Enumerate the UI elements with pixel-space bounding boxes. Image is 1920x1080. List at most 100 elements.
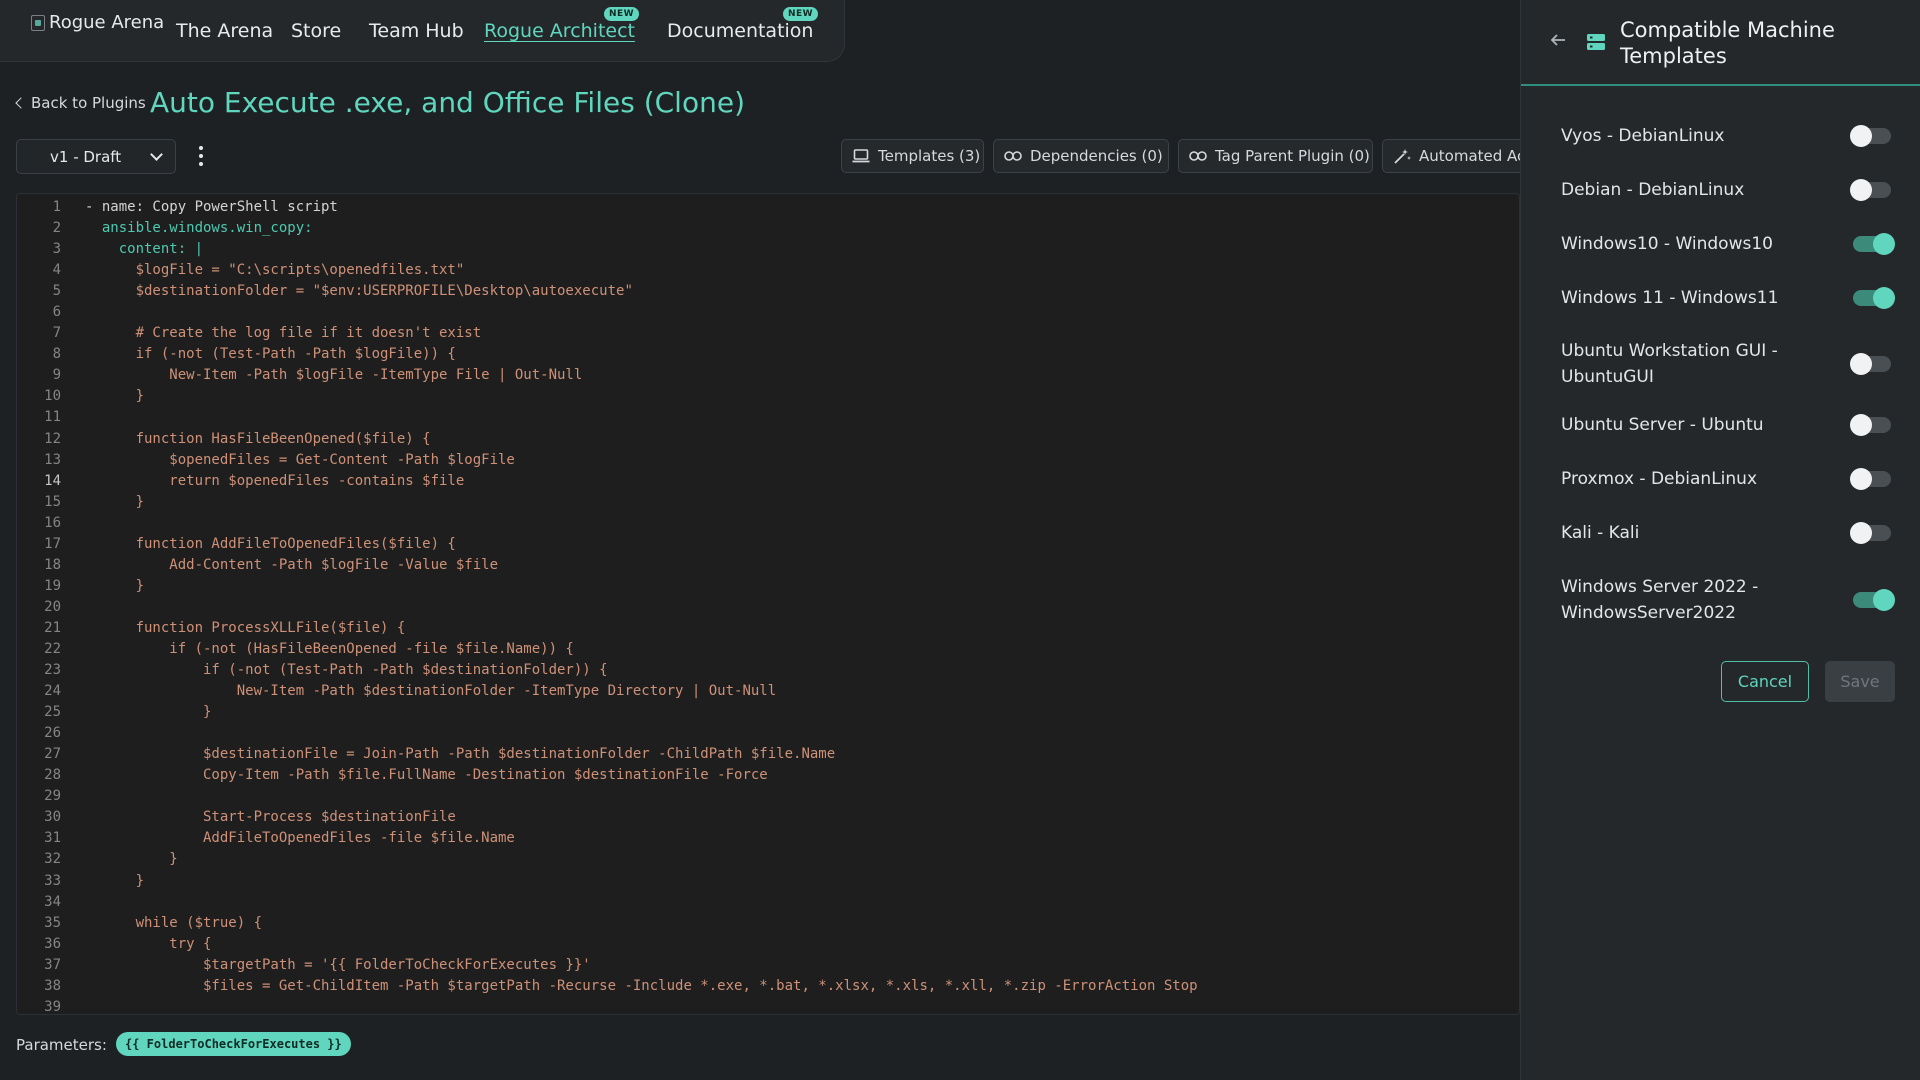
line-number: 12 (44, 430, 61, 447)
code-line[interactable]: 39 (17, 997, 1519, 1014)
code-line[interactable]: 28 Copy-Item -Path $file.FullName -Desti… (17, 765, 1519, 786)
code-line[interactable]: 21 function ProcessXLLFile($file) { (17, 618, 1519, 639)
code-line[interactable]: 2 ansible.windows.win_copy: (17, 218, 1519, 239)
code-line[interactable]: 35 while ($true) { (17, 913, 1519, 934)
line-number: 2 (52, 220, 61, 237)
more-options-icon[interactable] (197, 146, 205, 166)
server-icon (1587, 34, 1605, 50)
code-text: $logFile = "C:\scripts\openedfiles.txt" (85, 262, 465, 279)
line-number: 18 (44, 556, 61, 573)
code-line[interactable]: 24 New-Item -Path $destinationFolder -It… (17, 681, 1519, 702)
new-badge-documentation: NEW (783, 7, 819, 21)
tag-parent-plugin-button[interactable]: Tag Parent Plugin (0) (1178, 139, 1373, 173)
code-line[interactable]: 17 function AddFileToOpenedFiles($file) … (17, 534, 1519, 555)
code-line[interactable]: 30 Start-Process $destinationFile (17, 807, 1519, 828)
nav-item-store[interactable]: Store (291, 20, 341, 42)
line-number: 26 (44, 725, 61, 742)
code-text: $destinationFile = Join-Path -Path $dest… (85, 746, 836, 763)
code-line[interactable]: 20 (17, 597, 1519, 618)
toggle-knob (1850, 522, 1872, 544)
code-line[interactable]: 37 $targetPath = '{{ FolderToCheckForExe… (17, 955, 1519, 976)
template-toggle[interactable] (1850, 414, 1891, 436)
template-label: Windows10 - Windows10 (1561, 234, 1773, 254)
save-button[interactable]: Save (1825, 661, 1895, 702)
code-line[interactable]: 36 try { (17, 934, 1519, 955)
toggle-knob (1850, 125, 1872, 147)
code-text: - name: Copy PowerShell script (85, 199, 338, 215)
code-line[interactable]: 16 (17, 513, 1519, 534)
code-line[interactable]: 9 New-Item -Path $logFile -ItemType File… (17, 365, 1519, 386)
template-toggle[interactable] (1850, 125, 1891, 147)
template-toggle[interactable] (1853, 589, 1895, 611)
code-line[interactable]: 34 (17, 892, 1519, 913)
code-line[interactable]: 1 - name: Copy PowerShell script (17, 197, 1519, 218)
code-line[interactable]: 5 $destinationFolder = "$env:USERPROFILE… (17, 281, 1519, 302)
code-text: if (-not (Test-Path -Path $logFile)) { (85, 346, 456, 363)
parameters-label: Parameters: (16, 1036, 107, 1054)
logo[interactable]: Rogue Arena (31, 12, 164, 33)
line-number: 32 (44, 851, 61, 868)
magic-wand-icon (1394, 149, 1411, 164)
nav-item-team-hub[interactable]: Team Hub (369, 20, 464, 42)
parameter-chip[interactable]: {{ FolderToCheckForExecutes }} (116, 1032, 351, 1056)
code-text: if (-not (Test-Path -Path $destinationFo… (85, 662, 608, 679)
nav-item-the-arena[interactable]: The Arena (176, 20, 273, 42)
cancel-button[interactable]: Cancel (1721, 661, 1809, 702)
code-line[interactable]: 6 (17, 302, 1519, 323)
code-line[interactable]: 38 $files = Get-ChildItem -Path $targetP… (17, 976, 1519, 997)
code-line[interactable]: 11 (17, 407, 1519, 428)
dependencies-button[interactable]: Dependencies (0) (993, 139, 1169, 173)
code-line[interactable]: 4 $logFile = "C:\scripts\openedfiles.txt… (17, 260, 1519, 281)
code-line[interactable]: 8 if (-not (Test-Path -Path $logFile)) { (17, 344, 1519, 365)
toggle-knob (1873, 287, 1895, 309)
code-line[interactable]: 29 (17, 786, 1519, 807)
template-toggle[interactable] (1853, 287, 1895, 309)
version-select[interactable]: v1 - Draft (16, 139, 176, 174)
code-line[interactable]: 12 function HasFileBeenOpened($file) { (17, 429, 1519, 450)
arrow-left-icon[interactable] (1550, 32, 1566, 48)
code-line[interactable]: 31 AddFileToOpenedFiles -file $file.Name (17, 828, 1519, 849)
template-toggle[interactable] (1850, 179, 1891, 201)
code-line[interactable]: 7 # Create the log file if it doesn't ex… (17, 323, 1519, 344)
code-text: return $openedFiles -contains $file (85, 472, 465, 489)
code-line[interactable]: 32 } (17, 849, 1519, 870)
code-line[interactable]: 15 } (17, 492, 1519, 513)
line-number: 35 (44, 914, 61, 931)
template-row: Ubuntu Workstation GUI - UbuntuGUI (1561, 338, 1891, 390)
code-text: try { (85, 935, 212, 952)
code-editor[interactable]: 1 - name: Copy PowerShell script 2 ansible… (16, 193, 1520, 1015)
code-line[interactable]: 33 } (17, 871, 1519, 892)
templates-button[interactable]: Templates (3) (841, 139, 984, 173)
code-line[interactable]: 10 } (17, 386, 1519, 407)
template-toggle[interactable] (1850, 353, 1891, 375)
line-number: 4 (52, 262, 61, 279)
template-toggle[interactable] (1853, 233, 1895, 255)
code-line[interactable]: 23 if (-not (Test-Path -Path $destinatio… (17, 660, 1519, 681)
code-line[interactable]: 27 $destinationFile = Join-Path -Path $d… (17, 744, 1519, 765)
code-line[interactable]: 19 } (17, 576, 1519, 597)
code-line[interactable]: 25 } (17, 702, 1519, 723)
template-row: Proxmox - DebianLinux (1561, 466, 1891, 492)
template-toggle[interactable] (1850, 468, 1891, 490)
code-line[interactable]: 14 return $openedFiles -contains $file (17, 471, 1519, 492)
back-to-plugins-link[interactable]: Back to Plugins (15, 94, 146, 112)
code-line[interactable]: 18 Add-Content -Path $logFile -Value $fi… (17, 555, 1519, 576)
code-line[interactable]: 13 $openedFiles = Get-Content -Path $log… (17, 450, 1519, 471)
nav-item-documentation[interactable]: Documentation (667, 20, 813, 42)
nav-item-rogue-architect[interactable]: Rogue Architect (484, 20, 635, 42)
line-number: 25 (44, 704, 61, 721)
toggle-knob (1873, 233, 1895, 255)
automated-actions-button[interactable]: Automated Ac (1382, 139, 1520, 173)
line-number: 5 (52, 283, 61, 300)
template-row: Kali - Kali (1561, 520, 1891, 546)
line-number: 14 (44, 472, 61, 489)
code-text: } (85, 704, 212, 721)
code-line[interactable]: 3 content: | (17, 239, 1519, 260)
code-line[interactable]: 26 (17, 723, 1519, 744)
version-select-value: v1 - Draft (50, 147, 122, 166)
template-toggle[interactable] (1850, 522, 1891, 544)
code-text: if (-not (HasFileBeenOpened -file $file.… (85, 640, 574, 657)
line-number: 9 (52, 367, 61, 384)
code-line[interactable]: 22 if (-not (HasFileBeenOpened -file $fi… (17, 639, 1519, 660)
compatible-templates-panel: Compatible Machine Templates Vyos - Debi… (1520, 0, 1920, 1080)
